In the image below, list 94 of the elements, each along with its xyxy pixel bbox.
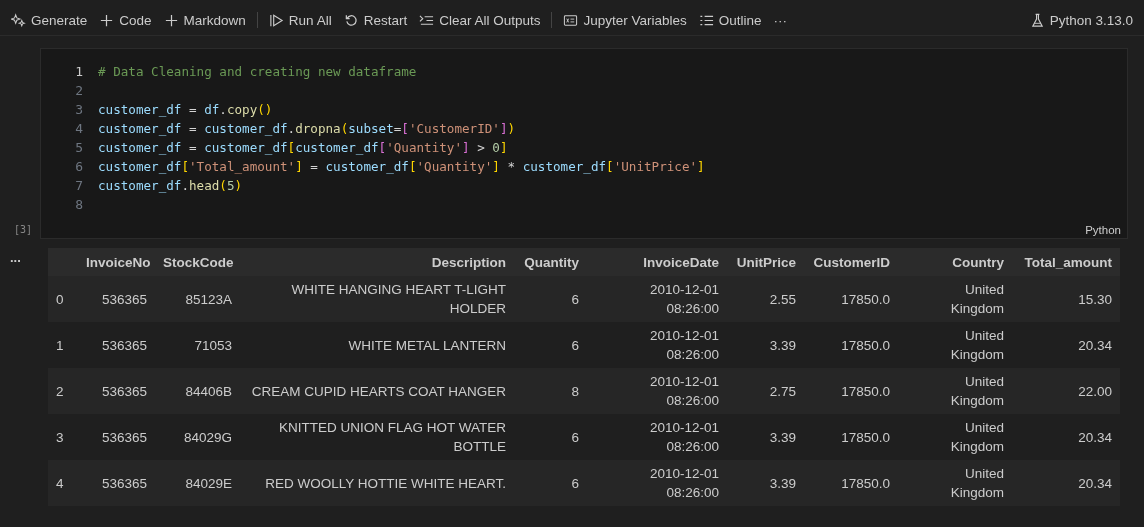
toolbar-button[interactable]: Outline [693, 10, 767, 30]
column-header: StockCode [163, 254, 234, 270]
line-number: 3 [74, 101, 84, 119]
kernel-picker[interactable]: Python 3.13.0 [1024, 10, 1138, 30]
column-header: CustomerID [813, 254, 890, 270]
code-line: customer_df = customer_df.dropna(subset=['CustomerID']) [98, 120, 516, 138]
table-cell: 2010-12-01 08:26:00 [649, 328, 719, 362]
sparkle-icon [11, 12, 26, 28]
table-cell: 71053 [194, 337, 232, 353]
table-cell: 20.34 [1078, 337, 1112, 353]
table-cell: 17850.0 [841, 337, 890, 353]
table-cell: United Kingdom [950, 282, 1004, 316]
table-cell: 2010-12-01 08:26:00 [649, 282, 719, 316]
table-cell: United Kingdom [950, 420, 1004, 454]
line-number: 4 [74, 120, 84, 138]
toolbar-button[interactable]: Generate [6, 10, 93, 30]
table-cell: 17850.0 [841, 475, 890, 491]
table-cell: RED WOOLLY HOTTIE WHITE HEART. [265, 475, 506, 491]
table-cell: 20.34 [1078, 429, 1112, 445]
table-cell: 8 [571, 383, 579, 399]
code-line: customer_df = customer_df[customer_df['Quantity'] > 0] [98, 139, 508, 157]
execution-count: [3] [14, 224, 33, 235]
table-cell: 84029G [183, 429, 232, 445]
toolbar-button[interactable]: Code [94, 10, 157, 30]
table-cell: 17850.0 [841, 383, 890, 399]
table-cell: 536365 [101, 475, 147, 491]
row-index: 3 [56, 429, 64, 445]
table-cell: 85123A [185, 291, 232, 307]
table-cell: 536365 [101, 383, 147, 399]
table-cell: 2010-12-01 08:26:00 [649, 466, 719, 500]
toolbar-button[interactable]: Run All [263, 10, 337, 30]
line-number: 6 [74, 158, 84, 176]
cell-language: Python [1085, 224, 1121, 236]
table-cell: 84029E [185, 475, 232, 491]
toolbar-button[interactable]: Restart [338, 10, 413, 30]
clear-outputs-icon [419, 12, 435, 28]
toolbar-button[interactable]: Jupyter Variables [558, 10, 692, 30]
table-cell: 6 [571, 429, 579, 445]
code-line: customer_df.head(5) [98, 177, 243, 195]
table-cell: 17850.0 [841, 429, 890, 445]
table-cell: CREAM CUPID HEARTS COAT HANGER [251, 383, 506, 399]
table-cell: 3.39 [769, 475, 796, 491]
line-number: 1 [74, 63, 84, 81]
line-number: 2 [74, 82, 84, 100]
code-line: customer_df['Total_amount'] = customer_df['Quantity'] * customer_df['UnitPrice'] [98, 158, 705, 176]
table-cell: 20.34 [1078, 475, 1112, 491]
table-cell: 2010-12-01 08:26:00 [649, 374, 719, 408]
row-index: 4 [56, 475, 64, 491]
table-cell: 536365 [101, 291, 147, 307]
table-cell: 17850.0 [841, 291, 890, 307]
table-cell: 22.00 [1078, 383, 1112, 399]
column-header: Description [431, 254, 506, 270]
restart-icon [343, 12, 359, 28]
line-number: 7 [74, 177, 84, 195]
row-index: 1 [56, 337, 64, 353]
output-menu-button[interactable]: ... [0, 250, 21, 265]
table-cell: KNITTED UNION FLAG HOT WATER BOTTLE [279, 420, 506, 454]
column-header: UnitPrice [736, 254, 796, 270]
table-cell: United Kingdom [950, 328, 1004, 362]
table-cell: 6 [571, 337, 579, 353]
table-cell: 2.75 [769, 383, 796, 399]
table-cell: WHITE METAL LANTERN [348, 337, 506, 353]
table-cell: 15.30 [1078, 291, 1112, 307]
column-header: Total_amount [1024, 254, 1112, 270]
code-line: customer_df = df.copy() [98, 101, 273, 119]
column-header: InvoiceDate [643, 254, 719, 270]
toolbar-button[interactable]: Clear All Outputs [414, 10, 546, 30]
column-header: InvoiceNo [86, 254, 151, 270]
run-icon [268, 12, 284, 28]
variables-icon [563, 12, 579, 28]
plus-icon [163, 12, 179, 28]
toolbar-button[interactable]: Markdown [158, 10, 251, 30]
table-cell: 84406B [185, 383, 232, 399]
table-cell: 536365 [101, 337, 147, 353]
table-cell: 6 [571, 291, 579, 307]
column-header: Country [952, 254, 1004, 270]
column-header: Quantity [524, 254, 579, 270]
row-index: 2 [56, 383, 64, 399]
table-cell: 2010-12-01 08:26:00 [649, 420, 719, 454]
row-index: 0 [56, 291, 64, 307]
code-line: # Data Cleaning and creating new dataframe [98, 63, 417, 81]
table-cell: 2.55 [769, 291, 796, 307]
table-cell: 6 [571, 475, 579, 491]
line-number: 8 [74, 196, 84, 214]
line-number: 5 [74, 139, 84, 157]
table-cell: 3.39 [769, 337, 796, 353]
toolbar-button[interactable]: ··· [768, 10, 793, 30]
table-cell: United Kingdom [950, 466, 1004, 500]
table-cell: 536365 [101, 429, 147, 445]
table-cell: 3.39 [769, 429, 796, 445]
flask-icon [1029, 12, 1045, 28]
plus-icon [99, 12, 115, 28]
table-cell: United Kingdom [950, 374, 1004, 408]
table-cell: WHITE HANGING HEART T-LIGHT HOLDER [291, 282, 506, 316]
